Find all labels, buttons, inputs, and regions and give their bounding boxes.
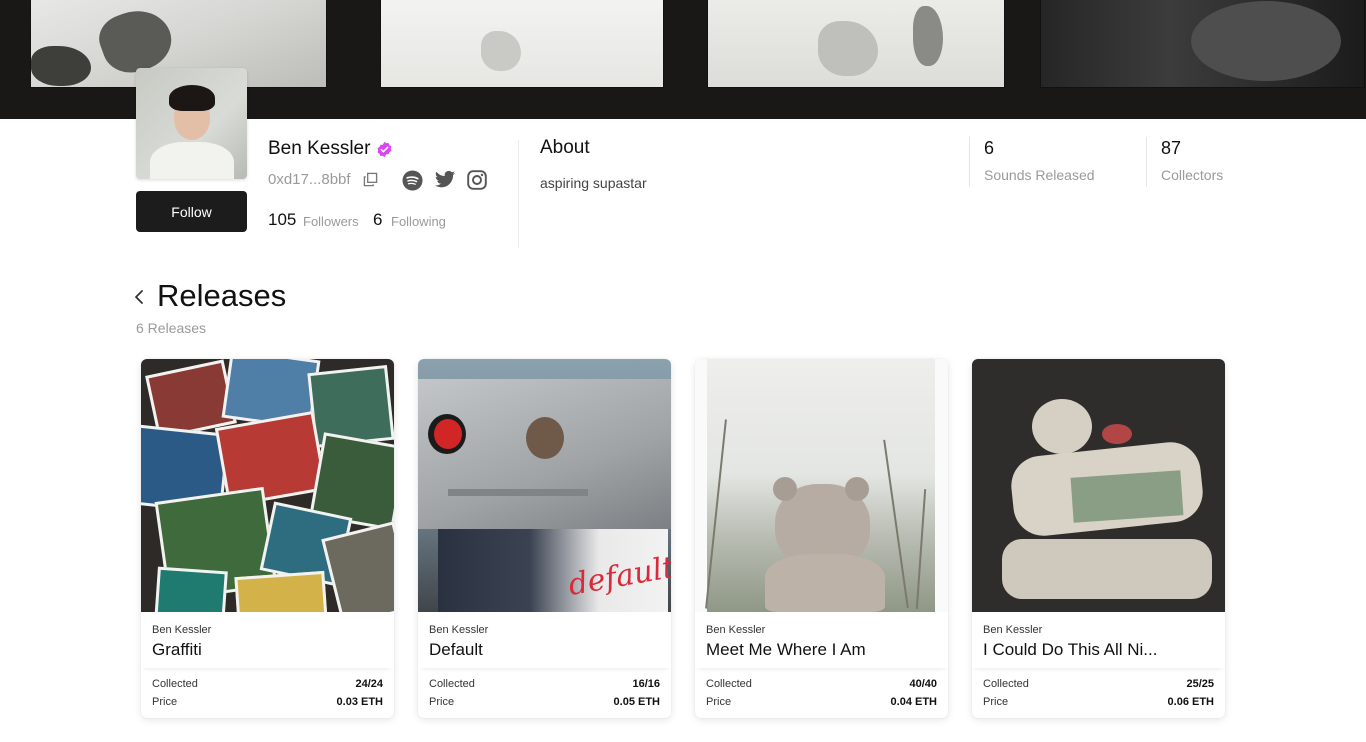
following-label[interactable]: Following [391,214,446,229]
release-meta: Ben Kessler Graffiti [141,612,394,668]
release-artwork: default [418,359,671,612]
sounds-released-label: Sounds Released [984,167,1095,183]
release-artist: Ben Kessler [152,624,212,636]
divider [969,137,970,187]
collected-label: Collected [983,678,1029,690]
banner-photo-2 [380,0,664,88]
price-label: Price [429,696,455,708]
price-value: 0.03 ETH [336,696,383,708]
release-meta: Ben Kessler Default [418,612,671,668]
price-value: 0.06 ETH [1167,696,1214,708]
release-meta: Ben Kessler I Could Do This All Ni... [972,612,1225,668]
collected-value: 40/40 [909,678,937,690]
followers-count[interactable]: 105 [268,210,296,230]
release-artwork [695,359,948,612]
release-artist: Ben Kessler [983,624,1043,636]
release-title[interactable]: Meet Me Where I Am [706,640,941,660]
avatar [136,68,247,179]
about-text: aspiring supastar [540,175,647,191]
release-card-graffiti[interactable]: Ben Kessler Graffiti Collected 24/24 Pri… [141,359,394,718]
following-count[interactable]: 6 [373,210,382,230]
collected-label: Collected [429,678,475,690]
collected-label: Collected [706,678,752,690]
copy-icon[interactable] [363,172,378,187]
release-artist: Ben Kessler [429,624,489,636]
release-card-meet-me-where-i-am[interactable]: Ben Kessler Meet Me Where I Am Collected… [695,359,948,718]
price-label: Price [983,696,1009,708]
follow-button[interactable]: Follow [136,191,247,232]
release-title[interactable]: Default [429,640,664,660]
price-value: 0.04 ETH [890,696,937,708]
release-card-default[interactable]: default Ben Kessler Default Collected 16… [418,359,671,718]
release-title[interactable]: Graffiti [152,640,387,660]
twitter-icon[interactable] [434,170,456,190]
banner-photo-3 [707,0,1005,88]
release-artwork [972,359,1225,612]
release-artist: Ben Kessler [706,624,766,636]
releases-title: Releases [157,278,287,313]
price-label: Price [152,696,178,708]
collected-value: 16/16 [632,678,660,690]
chevron-left-icon[interactable] [131,287,147,307]
price-value: 0.05 ETH [613,696,660,708]
verified-badge-icon [377,141,392,158]
release-card-i-could-do-this-all-night[interactable]: Ben Kessler I Could Do This All Ni... Co… [972,359,1225,718]
collected-label: Collected [152,678,198,690]
release-meta: Ben Kessler Meet Me Where I Am [695,612,948,668]
followers-label[interactable]: Followers [303,214,359,229]
sounds-released-count: 6 [984,138,995,158]
collected-value: 25/25 [1186,678,1214,690]
spotify-icon[interactable] [402,170,423,191]
artist-name: Ben Kessler [268,138,371,159]
wallet-address: 0xd17...8bbf [268,171,351,188]
collected-value: 24/24 [355,678,383,690]
divider [518,140,519,248]
release-artwork [141,359,394,612]
collectors-count: 87 [1161,138,1182,158]
instagram-icon[interactable] [467,170,487,190]
collectors-label: Collectors [1161,167,1224,183]
banner-photo-4 [1040,0,1365,88]
releases-count: 6 Releases [136,320,207,336]
release-title[interactable]: I Could Do This All Ni... [983,640,1218,660]
about-title: About [540,137,590,158]
divider [1146,137,1147,187]
price-label: Price [706,696,732,708]
